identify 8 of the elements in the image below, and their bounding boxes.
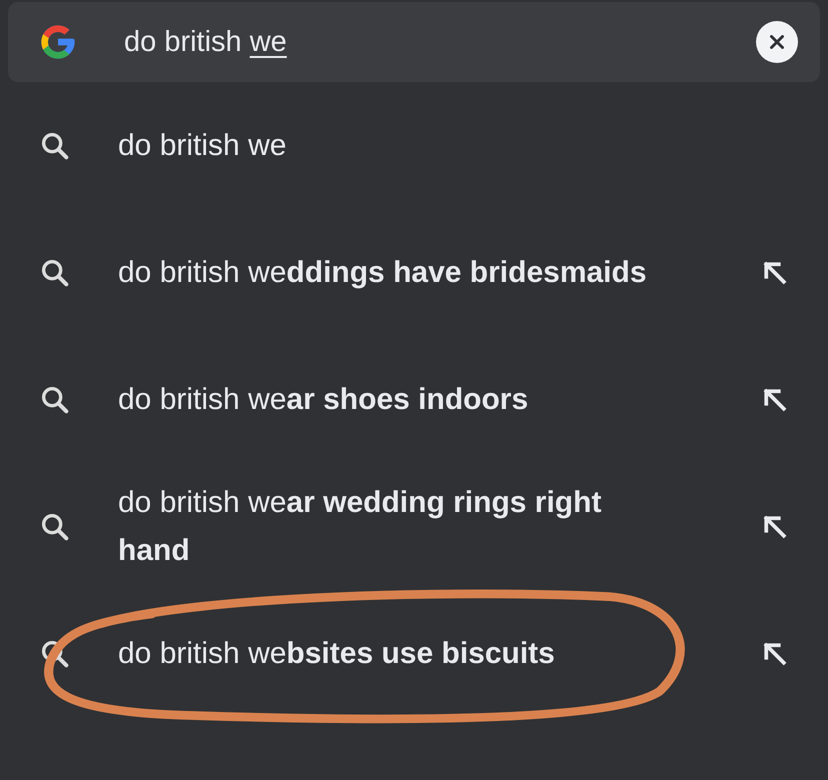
search-query[interactable]: do british we [124, 26, 756, 58]
suggestion-text[interactable]: do british wear wedding rings right hand [118, 478, 678, 574]
clear-button[interactable] [756, 21, 798, 63]
suggestion-text[interactable]: do british websites use biscuits [118, 630, 678, 678]
suggestion-text[interactable]: do british wear shoes indoors [118, 376, 678, 424]
suggestion-text[interactable]: do british we [118, 122, 678, 170]
search-bar[interactable]: do british we [8, 2, 820, 82]
suggestion-text[interactable]: do british weddings have bridesmaids [118, 248, 678, 296]
